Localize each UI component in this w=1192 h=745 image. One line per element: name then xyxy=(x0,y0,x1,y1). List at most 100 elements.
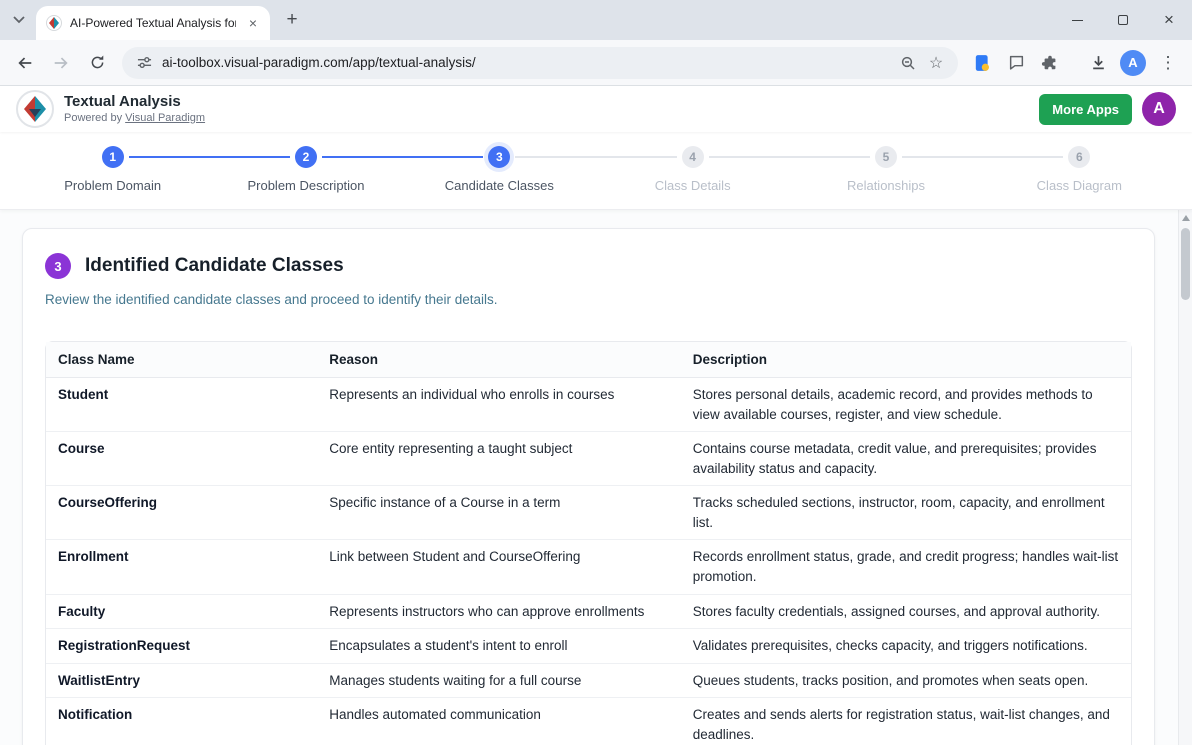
more-apps-button[interactable]: More Apps xyxy=(1039,94,1132,125)
forward-button[interactable] xyxy=(44,46,78,80)
window-minimize-button[interactable] xyxy=(1054,0,1100,40)
column-header-description: Description xyxy=(681,342,1131,378)
class-name-cell: Notification xyxy=(46,698,317,745)
class-name-cell: Faculty xyxy=(46,595,317,630)
reload-button[interactable] xyxy=(80,46,114,80)
powered-by: Powered by Visual Paradigm xyxy=(64,112,205,126)
window-controls: × xyxy=(1054,0,1192,40)
class-name-cell: Student xyxy=(46,378,317,432)
browser-toolbar: ai-toolbox.visual-paradigm.com/app/textu… xyxy=(0,40,1192,86)
address-bar[interactable]: ai-toolbox.visual-paradigm.com/app/textu… xyxy=(122,47,958,79)
step-circle[interactable]: 4 xyxy=(682,146,704,168)
reason-cell: Encapsulates a student's intent to enrol… xyxy=(317,629,680,664)
step-class-details[interactable]: 4 Class Details xyxy=(596,146,789,193)
url-text[interactable]: ai-toolbox.visual-paradigm.com/app/textu… xyxy=(162,55,890,70)
class-name-cell: WaitlistEntry xyxy=(46,664,317,699)
browser-tab[interactable]: AI-Powered Textual Analysis for × xyxy=(36,6,270,40)
class-name-cell: RegistrationRequest xyxy=(46,629,317,664)
tab-search-chevron-icon[interactable] xyxy=(8,9,30,31)
table-row: Enrollment Link between Student and Cour… xyxy=(46,540,1131,594)
page-scrollbar[interactable] xyxy=(1178,210,1192,745)
step-relationships[interactable]: 5 Relationships xyxy=(789,146,982,193)
tab-title: AI-Powered Textual Analysis for xyxy=(70,16,236,30)
page-subtitle: Review the identified candidate classes … xyxy=(45,292,1132,307)
step-circle[interactable]: 1 xyxy=(102,146,124,168)
reason-cell: Link between Student and CourseOffering xyxy=(317,540,680,594)
table-row: WaitlistEntry Manages students waiting f… xyxy=(46,664,1131,699)
page-content: 3 Identified Candidate Classes Review th… xyxy=(0,210,1192,745)
class-name-cell: Enrollment xyxy=(46,540,317,594)
app-title-block: Textual Analysis Powered by Visual Parad… xyxy=(64,93,205,126)
zoom-icon[interactable] xyxy=(898,53,918,73)
table-row: Student Represents an individual who enr… xyxy=(46,378,1131,432)
browser-profile-avatar[interactable]: A xyxy=(1120,50,1146,76)
table-row: RegistrationRequest Encapsulates a stude… xyxy=(46,629,1131,664)
reason-cell: Specific instance of a Course in a term xyxy=(317,486,680,540)
step-class-diagram[interactable]: 6 Class Diagram xyxy=(983,146,1176,193)
scrollbar-thumb[interactable] xyxy=(1181,228,1190,300)
app-header: Textual Analysis Powered by Visual Parad… xyxy=(0,86,1192,132)
step-label: Problem Domain xyxy=(64,178,161,193)
bookmark-star-icon[interactable]: ☆ xyxy=(926,53,946,73)
class-name-cell: Course xyxy=(46,432,317,486)
table-row: Course Core entity representing a taught… xyxy=(46,432,1131,486)
app-title: Textual Analysis xyxy=(64,93,205,112)
step-candidate-classes[interactable]: 3 Candidate Classes xyxy=(403,146,596,193)
window-maximize-button[interactable] xyxy=(1100,0,1146,40)
reason-cell: Represents an individual who enrolls in … xyxy=(317,378,680,432)
visual-paradigm-favicon xyxy=(46,15,62,31)
downloads-icon[interactable] xyxy=(1082,47,1114,79)
browser-menu-icon[interactable]: ⋮ xyxy=(1152,47,1184,79)
step-label: Candidate Classes xyxy=(445,178,554,193)
step-circle[interactable]: 2 xyxy=(295,146,317,168)
app-user-avatar[interactable]: A xyxy=(1142,92,1176,126)
scrollbar-up-arrow-icon[interactable] xyxy=(1182,215,1190,221)
candidate-classes-table: Class Name Reason Description Student Re… xyxy=(45,341,1132,745)
visual-paradigm-link[interactable]: Visual Paradigm xyxy=(125,112,205,124)
new-tab-button[interactable]: + xyxy=(278,6,306,34)
tab-close-icon[interactable]: × xyxy=(244,14,262,32)
step-problem-domain[interactable]: 1 Problem Domain xyxy=(16,146,209,193)
description-cell: Stores faculty credentials, assigned cou… xyxy=(681,595,1131,630)
extension-icon[interactable] xyxy=(966,47,998,79)
step-circle[interactable]: 6 xyxy=(1068,146,1090,168)
back-button[interactable] xyxy=(8,46,42,80)
browser-tab-strip: AI-Powered Textual Analysis for × + × xyxy=(0,0,1192,40)
step-number-badge: 3 xyxy=(45,253,71,279)
visual-paradigm-logo xyxy=(16,90,54,128)
step-label: Relationships xyxy=(847,178,925,193)
powered-by-text: Powered by xyxy=(64,112,122,124)
step-label: Class Diagram xyxy=(1037,178,1122,193)
step-label: Class Details xyxy=(655,178,731,193)
reason-cell: Manages students waiting for a full cour… xyxy=(317,664,680,699)
description-cell: Creates and sends alerts for registratio… xyxy=(681,698,1131,745)
site-settings-tune-icon[interactable] xyxy=(134,53,154,73)
reason-cell: Represents instructors who can approve e… xyxy=(317,595,680,630)
table-header-row: Class Name Reason Description xyxy=(46,342,1131,378)
table-row: CourseOffering Specific instance of a Co… xyxy=(46,486,1131,540)
column-header-reason: Reason xyxy=(317,342,680,378)
description-cell: Records enrollment status, grade, and cr… xyxy=(681,540,1131,594)
class-name-cell: CourseOffering xyxy=(46,486,317,540)
step-circle[interactable]: 3 xyxy=(488,146,510,168)
description-cell: Contains course metadata, credit value, … xyxy=(681,432,1131,486)
step-circle[interactable]: 5 xyxy=(875,146,897,168)
description-cell: Tracks scheduled sections, instructor, r… xyxy=(681,486,1131,540)
extensions-puzzle-icon[interactable] xyxy=(1034,47,1066,79)
table-row: Faculty Represents instructors who can a… xyxy=(46,595,1131,630)
description-cell: Validates prerequisites, checks capacity… xyxy=(681,629,1131,664)
table-row: Notification Handles automated communica… xyxy=(46,698,1131,745)
window-close-button[interactable]: × xyxy=(1146,0,1192,40)
reason-cell: Core entity representing a taught subjec… xyxy=(317,432,680,486)
wizard-stepper: 1 Problem Domain 2 Problem Description 3… xyxy=(0,132,1192,210)
step-problem-description[interactable]: 2 Problem Description xyxy=(209,146,402,193)
column-header-class-name: Class Name xyxy=(46,342,317,378)
description-cell: Stores personal details, academic record… xyxy=(681,378,1131,432)
card-title-row: 3 Identified Candidate Classes xyxy=(45,253,1132,279)
description-cell: Queues students, tracks position, and pr… xyxy=(681,664,1131,699)
candidate-classes-card: 3 Identified Candidate Classes Review th… xyxy=(22,228,1155,745)
page-title: Identified Candidate Classes xyxy=(85,255,344,277)
step-label: Problem Description xyxy=(247,178,364,193)
comment-icon[interactable] xyxy=(1000,47,1032,79)
reason-cell: Handles automated communication xyxy=(317,698,680,745)
